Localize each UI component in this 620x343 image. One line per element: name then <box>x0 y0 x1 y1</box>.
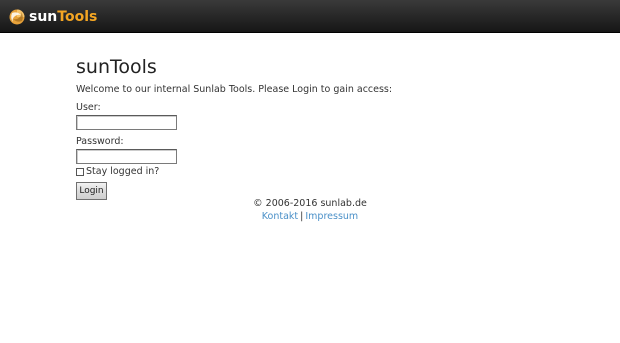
user-label: User: <box>76 102 101 113</box>
stay-logged-in-label[interactable]: Stay logged in? <box>86 166 159 178</box>
password-input[interactable] <box>76 149 177 164</box>
welcome-message: Welcome to our internal Sunlab Tools. Pl… <box>76 84 393 95</box>
impressum-link[interactable]: Impressum <box>305 211 358 222</box>
footer-links: Kontakt | Impressum <box>0 211 620 223</box>
kontakt-link[interactable]: Kontakt <box>262 211 298 222</box>
login-panel: sunTools Welcome to our internal Sunlab … <box>76 56 546 200</box>
page-title: sunTools <box>76 56 157 78</box>
sun-logo-icon <box>9 9 25 25</box>
password-label: Password: <box>76 136 124 147</box>
logo-text-sun: sun <box>29 9 58 25</box>
user-input[interactable] <box>76 115 177 130</box>
logo-text-tools: Tools <box>57 9 98 25</box>
suntools-logo[interactable]: sunTools <box>9 8 97 26</box>
copyright-text: © 2006-2016 sunlab.de <box>253 198 367 209</box>
logo-text: sunTools <box>29 9 97 25</box>
footer: © 2006-2016 sunlab.de Kontakt | Impressum <box>0 198 620 223</box>
top-navigation-bar: sunTools <box>0 0 620 33</box>
stay-logged-in-row: Stay logged in? <box>76 166 546 178</box>
login-form: User: Password: Stay logged in? Login <box>76 102 546 200</box>
stay-logged-in-checkbox[interactable] <box>76 168 84 176</box>
footer-separator: | <box>300 211 304 222</box>
